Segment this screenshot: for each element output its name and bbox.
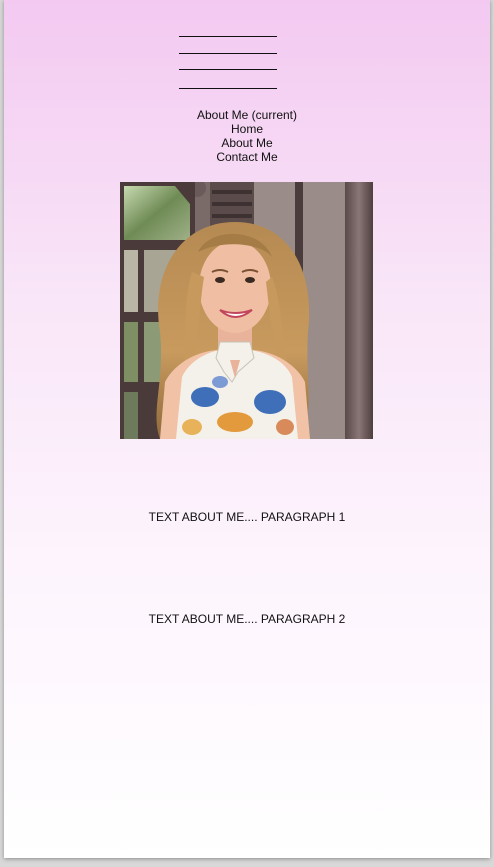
about-paragraph-1: TEXT ABOUT ME.... PARAGRAPH 1 <box>148 510 346 524</box>
main-nav: About Me (current) Home About Me Contact… <box>4 108 490 164</box>
menu-line <box>179 69 277 70</box>
menu-icon[interactable] <box>179 36 277 90</box>
menu-line <box>179 88 277 89</box>
page: About Me (current) Home About Me Contact… <box>4 0 490 858</box>
about-paragraph-2: TEXT ABOUT ME.... PARAGRAPH 2 <box>148 612 346 626</box>
nav-item-about-current[interactable]: About Me (current) <box>4 108 490 122</box>
nav-item-contact[interactable]: Contact Me <box>4 150 490 164</box>
nav-item-home[interactable]: Home <box>4 122 490 136</box>
nav-item-about[interactable]: About Me <box>4 136 490 150</box>
menu-line <box>179 36 277 37</box>
profile-photo <box>120 182 373 439</box>
menu-line <box>179 53 277 54</box>
